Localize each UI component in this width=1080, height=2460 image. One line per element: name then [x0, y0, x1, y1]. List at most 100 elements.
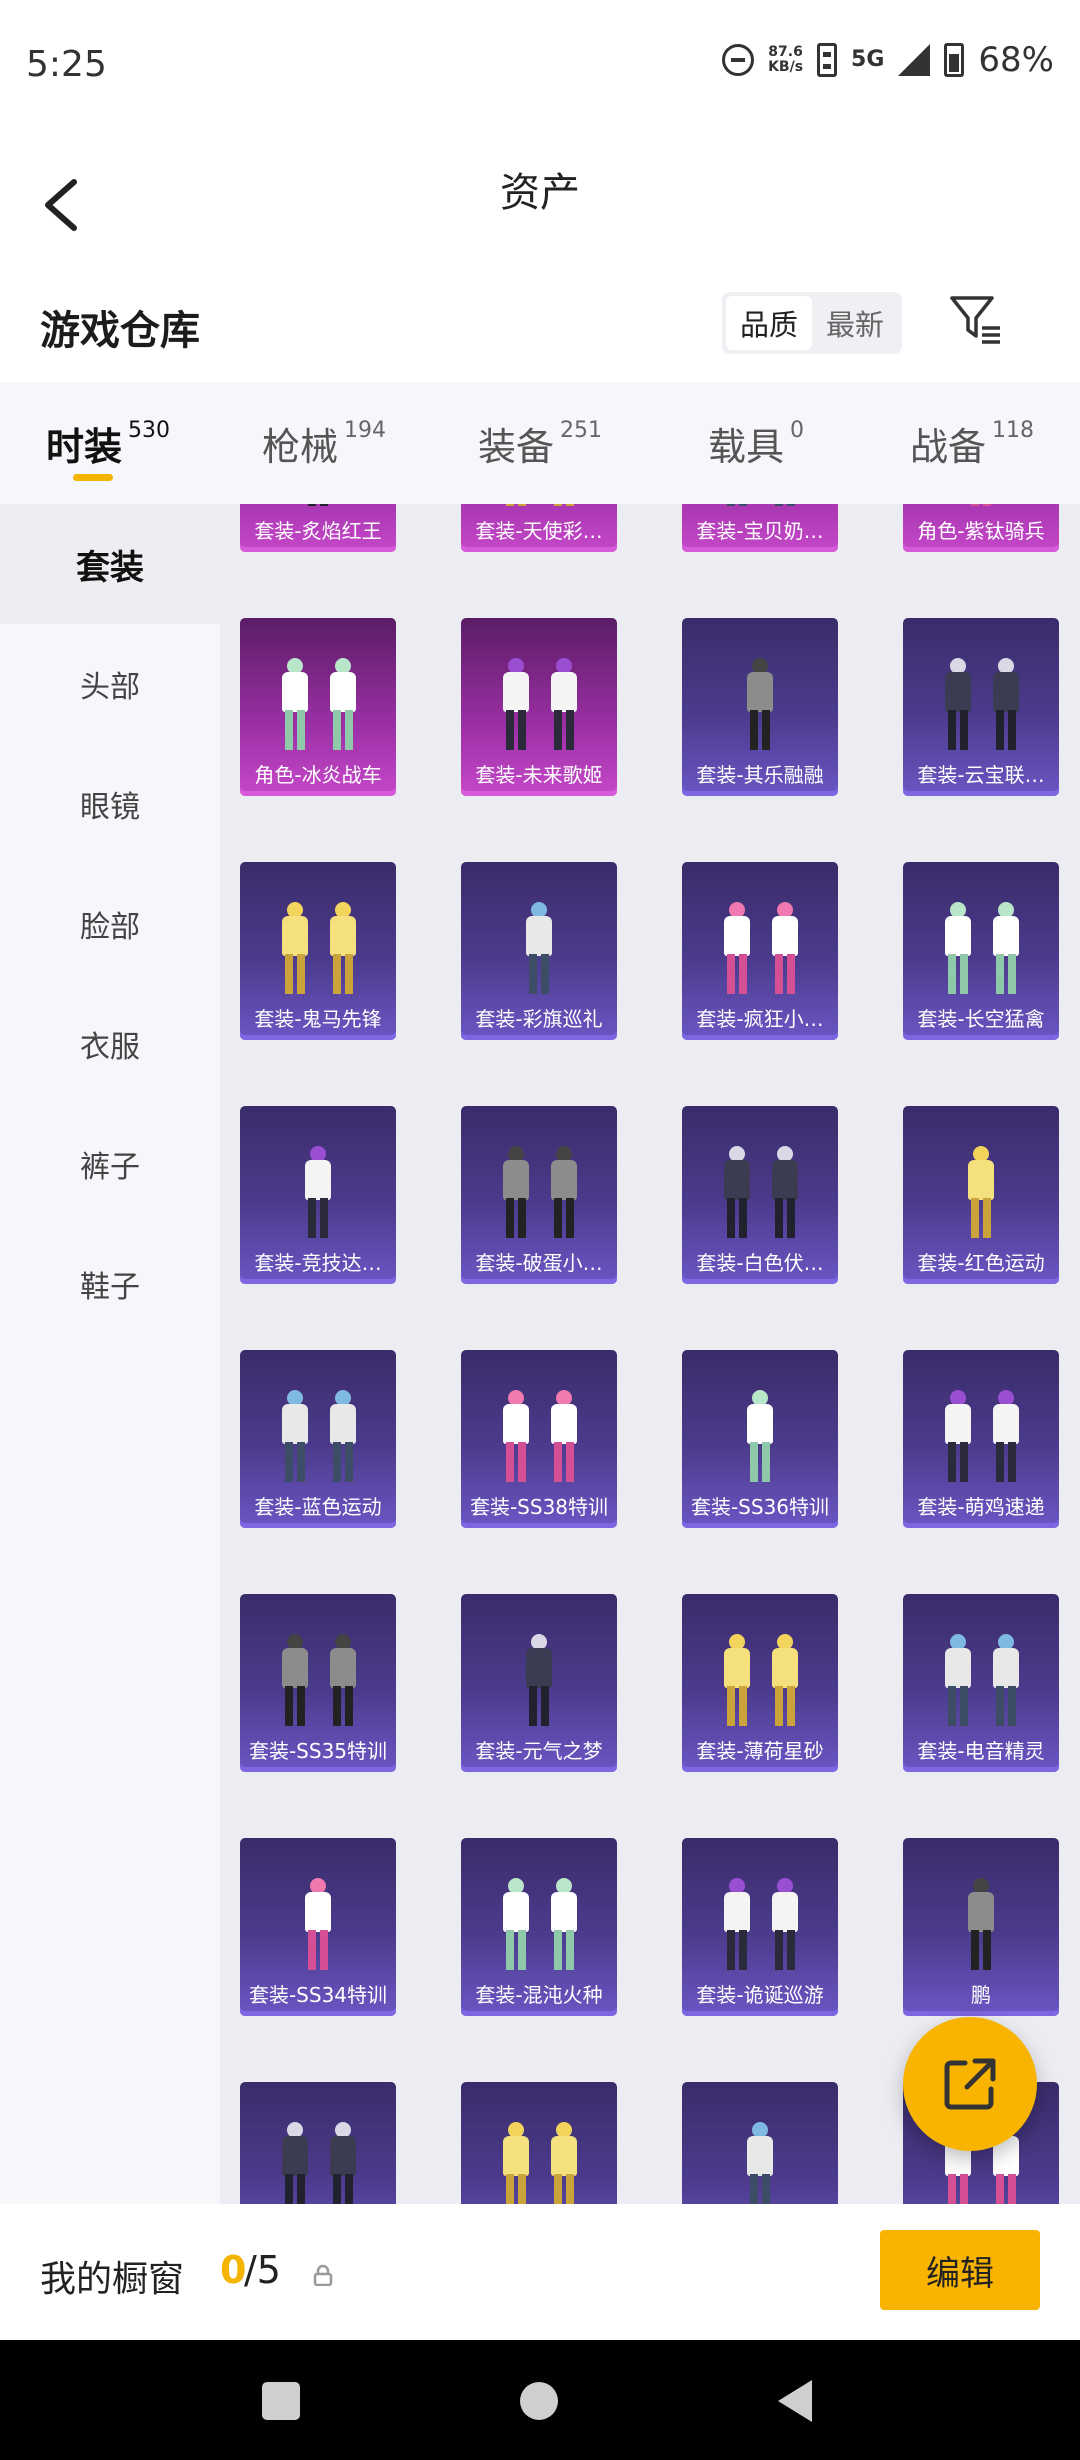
outfit-card[interactable]: 套装-长空猛禽	[903, 862, 1059, 1040]
share-button[interactable]	[903, 2017, 1037, 2151]
active-tab-indicator	[73, 474, 113, 481]
showcase-used-count: 0	[220, 2248, 247, 2292]
outfit-figure	[943, 1390, 973, 1484]
tab-label: 载具	[707, 425, 784, 469]
outfit-card[interactable]: 套装-SS34特训	[240, 1838, 396, 2016]
outfit-card[interactable]: 套装-宝贝奶…	[682, 504, 838, 552]
section-title: 游戏仓库	[40, 308, 200, 354]
sidebar-item-glasses[interactable]: 眼镜	[0, 744, 220, 864]
tab-count: 194	[344, 418, 386, 443]
sort-newest-button[interactable]: 最新	[812, 296, 898, 350]
outfit-figure	[280, 658, 310, 752]
outfit-card[interactable]	[461, 2082, 617, 2204]
outfit-figure	[328, 902, 358, 996]
outfit-card[interactable]: 套装-其乐融融	[682, 618, 838, 796]
outfit-card[interactable]: 鹏	[903, 1838, 1059, 2016]
outfit-card[interactable]: 套装-炙焰红王	[240, 504, 396, 552]
outfit-card[interactable]: 套装-SS38特训	[461, 1350, 617, 1528]
outfit-card[interactable]: 套装-彩旗巡礼	[461, 862, 617, 1040]
outfit-card[interactable]: 套装-电音精灵	[903, 1594, 1059, 1772]
sidebar-item-outfit[interactable]: 套装	[0, 504, 220, 624]
outfit-card-label: 套装-疯狂小…	[696, 1007, 824, 1031]
outfit-figure	[280, 1390, 310, 1484]
outfit-card-label: 套装-蓝色运动	[254, 1495, 382, 1519]
system-back-button[interactable]	[778, 2380, 812, 2422]
outfit-figure	[991, 658, 1021, 752]
status-bar: 5:25 87.6 KB/s 5G 68%	[0, 0, 1080, 140]
outfit-figure	[770, 1878, 800, 1972]
tab-vehicles[interactable]: 载具 0	[648, 382, 864, 504]
outfit-figure	[722, 902, 752, 996]
network-speed-unit: KB/s	[768, 59, 804, 75]
outfit-card[interactable]: 套装-红色运动	[903, 1106, 1059, 1284]
filter-icon[interactable]	[948, 292, 1002, 346]
outfit-figure	[943, 1634, 973, 1728]
outfit-card[interactable]: 角色-紫钛骑兵	[903, 504, 1059, 552]
home-button[interactable]	[520, 2382, 558, 2420]
outfit-figure	[770, 1634, 800, 1728]
outfit-card[interactable]: 套装-竞技达…	[240, 1106, 396, 1284]
outfit-card[interactable]: 套装-天使彩…	[461, 504, 617, 552]
outfit-figure	[745, 2122, 775, 2204]
system-nav-bar	[0, 2340, 1080, 2460]
outfit-card[interactable]: 套装-薄荷星砂	[682, 1594, 838, 1772]
outfit-card[interactable]	[240, 2082, 396, 2204]
outfit-figure	[501, 1146, 531, 1240]
sidebar-item-pants[interactable]: 裤子	[0, 1104, 220, 1224]
outfit-figure	[501, 1390, 531, 1484]
outfit-figure	[722, 504, 752, 508]
outfit-card[interactable]: 套装-未来歌姬	[461, 618, 617, 796]
tab-fashion[interactable]: 时装 530	[0, 382, 216, 504]
outfit-card[interactable]: 套装-白色伏…	[682, 1106, 838, 1284]
status-icons: 87.6 KB/s 5G 68%	[722, 40, 1054, 80]
outfit-card-label: 套装-破蛋小…	[475, 1251, 603, 1275]
outfit-card-label: 套装-长空猛禽	[917, 1007, 1045, 1031]
outfit-card[interactable]	[682, 2082, 838, 2204]
tab-supplies[interactable]: 战备 118	[864, 382, 1080, 504]
outfit-card[interactable]: 套装-SS35特训	[240, 1594, 396, 1772]
outfit-figure	[280, 2122, 310, 2204]
outfit-card[interactable]: 套装-混沌火种	[461, 1838, 617, 2016]
tab-firearms[interactable]: 枪械 194	[216, 382, 432, 504]
edit-button[interactable]: 编辑	[880, 2230, 1040, 2310]
outfit-figure	[280, 902, 310, 996]
outfit-figure	[501, 2122, 531, 2204]
outfit-figure	[524, 902, 554, 996]
tab-count: 530	[128, 418, 170, 443]
sidebar-item-face[interactable]: 脸部	[0, 864, 220, 984]
outfit-card[interactable]: 套装-疯狂小…	[682, 862, 838, 1040]
tab-label: 战备	[909, 425, 986, 469]
status-time: 5:25	[26, 44, 107, 85]
tab-label: 时装	[45, 425, 122, 469]
outfit-card-label: 套装-诡诞巡游	[696, 1983, 824, 2007]
outfit-card[interactable]: 套装-云宝联…	[903, 618, 1059, 796]
sort-quality-button[interactable]: 品质	[726, 296, 812, 350]
sidebar: 套装 头部 眼镜 脸部 衣服 裤子 鞋子	[0, 504, 220, 2204]
outfit-card[interactable]: 套装-破蛋小…	[461, 1106, 617, 1284]
sidebar-item-head[interactable]: 头部	[0, 624, 220, 744]
tab-equipment[interactable]: 装备 251	[432, 382, 648, 504]
outfit-card[interactable]: 套装-元气之梦	[461, 1594, 617, 1772]
sidebar-item-shoes[interactable]: 鞋子	[0, 1224, 220, 1344]
sim-icon	[817, 43, 838, 77]
outfit-card-label: 套装-白色伏…	[696, 1251, 824, 1275]
outfit-card[interactable]: 角色-冰炎战车	[240, 618, 396, 796]
outfit-card-label: 角色-紫钛骑兵	[917, 519, 1045, 543]
outfit-figure	[943, 902, 973, 996]
outfit-card-label: 套装-竞技达…	[254, 1251, 382, 1275]
sidebar-item-clothes[interactable]: 衣服	[0, 984, 220, 1104]
outfit-figure	[745, 1390, 775, 1484]
recent-apps-button[interactable]	[262, 2382, 300, 2420]
tab-count: 251	[560, 418, 602, 443]
outfit-figure	[549, 1878, 579, 1972]
outfit-card-label: 套装-薄荷星砂	[696, 1739, 824, 1763]
outfit-card[interactable]: 套装-萌鸡速递	[903, 1350, 1059, 1528]
outfit-card-label: 角色-冰炎战车	[254, 763, 382, 787]
outfit-card[interactable]: 套装-SS36特训	[682, 1350, 838, 1528]
outfit-card[interactable]: 套装-诡诞巡游	[682, 1838, 838, 2016]
outfit-figure	[524, 1634, 554, 1728]
outfit-card-label: 套装-天使彩…	[475, 519, 603, 543]
outfit-card[interactable]: 套装-鬼马先锋	[240, 862, 396, 1040]
outfit-figure	[328, 1634, 358, 1728]
outfit-card[interactable]: 套装-蓝色运动	[240, 1350, 396, 1528]
